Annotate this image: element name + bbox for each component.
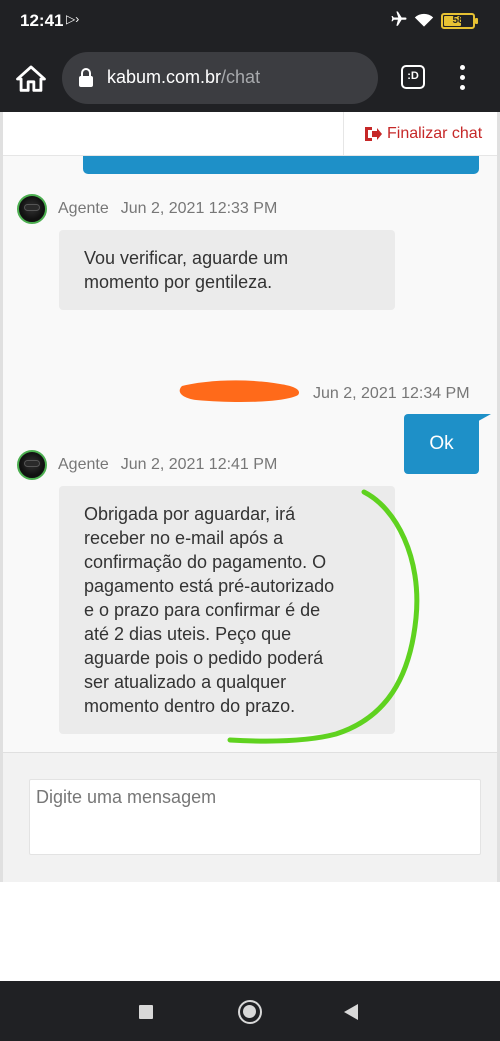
- message-line: aguarde pois o pedido poderá: [84, 648, 324, 668]
- message-line: ser atualizado a qualquer: [84, 672, 287, 692]
- airplane-icon: [391, 11, 407, 26]
- agent-avatar: [17, 194, 47, 224]
- previous-message-bubble: [83, 156, 479, 174]
- message-composer: [3, 752, 497, 882]
- page-blank-area: [0, 882, 500, 981]
- message-line: momento por gentileza.: [84, 272, 273, 292]
- message-input[interactable]: [29, 779, 481, 855]
- sender-name: Agente: [58, 456, 109, 473]
- browser-toolbar: kabum.com.br/chat :D: [0, 44, 500, 112]
- message-line: pagamento está pré-autorizado: [84, 576, 335, 596]
- sign-out-icon: [365, 127, 382, 141]
- recents-icon[interactable]: [139, 1005, 153, 1019]
- agent-avatar: [17, 450, 47, 480]
- chat-page: Finalizar chat Agente Jun 2, 2021 12:33 …: [0, 112, 500, 882]
- status-bar: 12:41 ▷› 58: [0, 0, 500, 44]
- user-message-bubble: Ok: [404, 414, 479, 474]
- system-nav-bar: [0, 981, 500, 1041]
- home-circle-icon[interactable]: [238, 1000, 262, 1024]
- message-line: Obrigada por aguardar, irá: [84, 504, 296, 524]
- agent-message-bubble: Vou verificar, aguarde um momento por ge…: [59, 230, 395, 310]
- message-meta: Agente Jun 2, 2021 12:41 PM: [17, 450, 277, 480]
- message-time: Jun 2, 2021 12:34 PM: [313, 385, 470, 402]
- cast-icon: ▷›: [66, 12, 80, 26]
- back-icon[interactable]: [344, 1004, 358, 1020]
- message-line: receber no e-mail após a: [84, 528, 284, 548]
- wifi-icon: [414, 13, 434, 27]
- status-time: 12:41: [20, 11, 64, 30]
- finalize-chat-button[interactable]: Finalizar chat: [343, 112, 497, 156]
- finalize-chat-label: Finalizar chat: [387, 125, 483, 142]
- message-line: Vou verificar, aguarde um: [84, 248, 289, 268]
- message-line: e o prazo para confirmar é de: [84, 600, 321, 620]
- message-meta: Agente Jun 2, 2021 12:33 PM: [17, 194, 277, 224]
- url-domain: kabum.com.br: [107, 67, 222, 87]
- bubble-tail: [473, 414, 491, 424]
- chat-header: Finalizar chat: [3, 112, 497, 156]
- url-text[interactable]: kabum.com.br/chat: [107, 67, 260, 88]
- url-path: /chat: [221, 67, 261, 87]
- message-line: até 2 dias uteis. Peço que: [84, 624, 292, 644]
- agent-message-bubble: Obrigada por aguardar, irá receber no e-…: [59, 486, 395, 734]
- sender-name: Agente: [58, 200, 109, 217]
- battery-tip: [475, 18, 478, 24]
- message-line: momento dentro do prazo.: [84, 696, 296, 716]
- address-bar[interactable]: kabum.com.br/chat: [62, 52, 378, 104]
- message-list[interactable]: Agente Jun 2, 2021 12:33 PM Vou verifica…: [3, 156, 497, 752]
- message-time: Jun 2, 2021 12:41 PM: [120, 456, 278, 473]
- battery-percent: 58: [452, 15, 464, 26]
- lock-icon: [79, 68, 93, 87]
- menu-dots-icon[interactable]: [460, 65, 466, 91]
- battery-icon: 58: [441, 13, 475, 29]
- message-time: Jun 2, 2021 12:33 PM: [120, 200, 278, 217]
- tab-switcher-icon[interactable]: :D: [401, 65, 425, 89]
- redacted-sender-name: [179, 380, 300, 403]
- home-icon[interactable]: [14, 62, 48, 96]
- message-line: confirmação do pagamento. O: [84, 552, 327, 572]
